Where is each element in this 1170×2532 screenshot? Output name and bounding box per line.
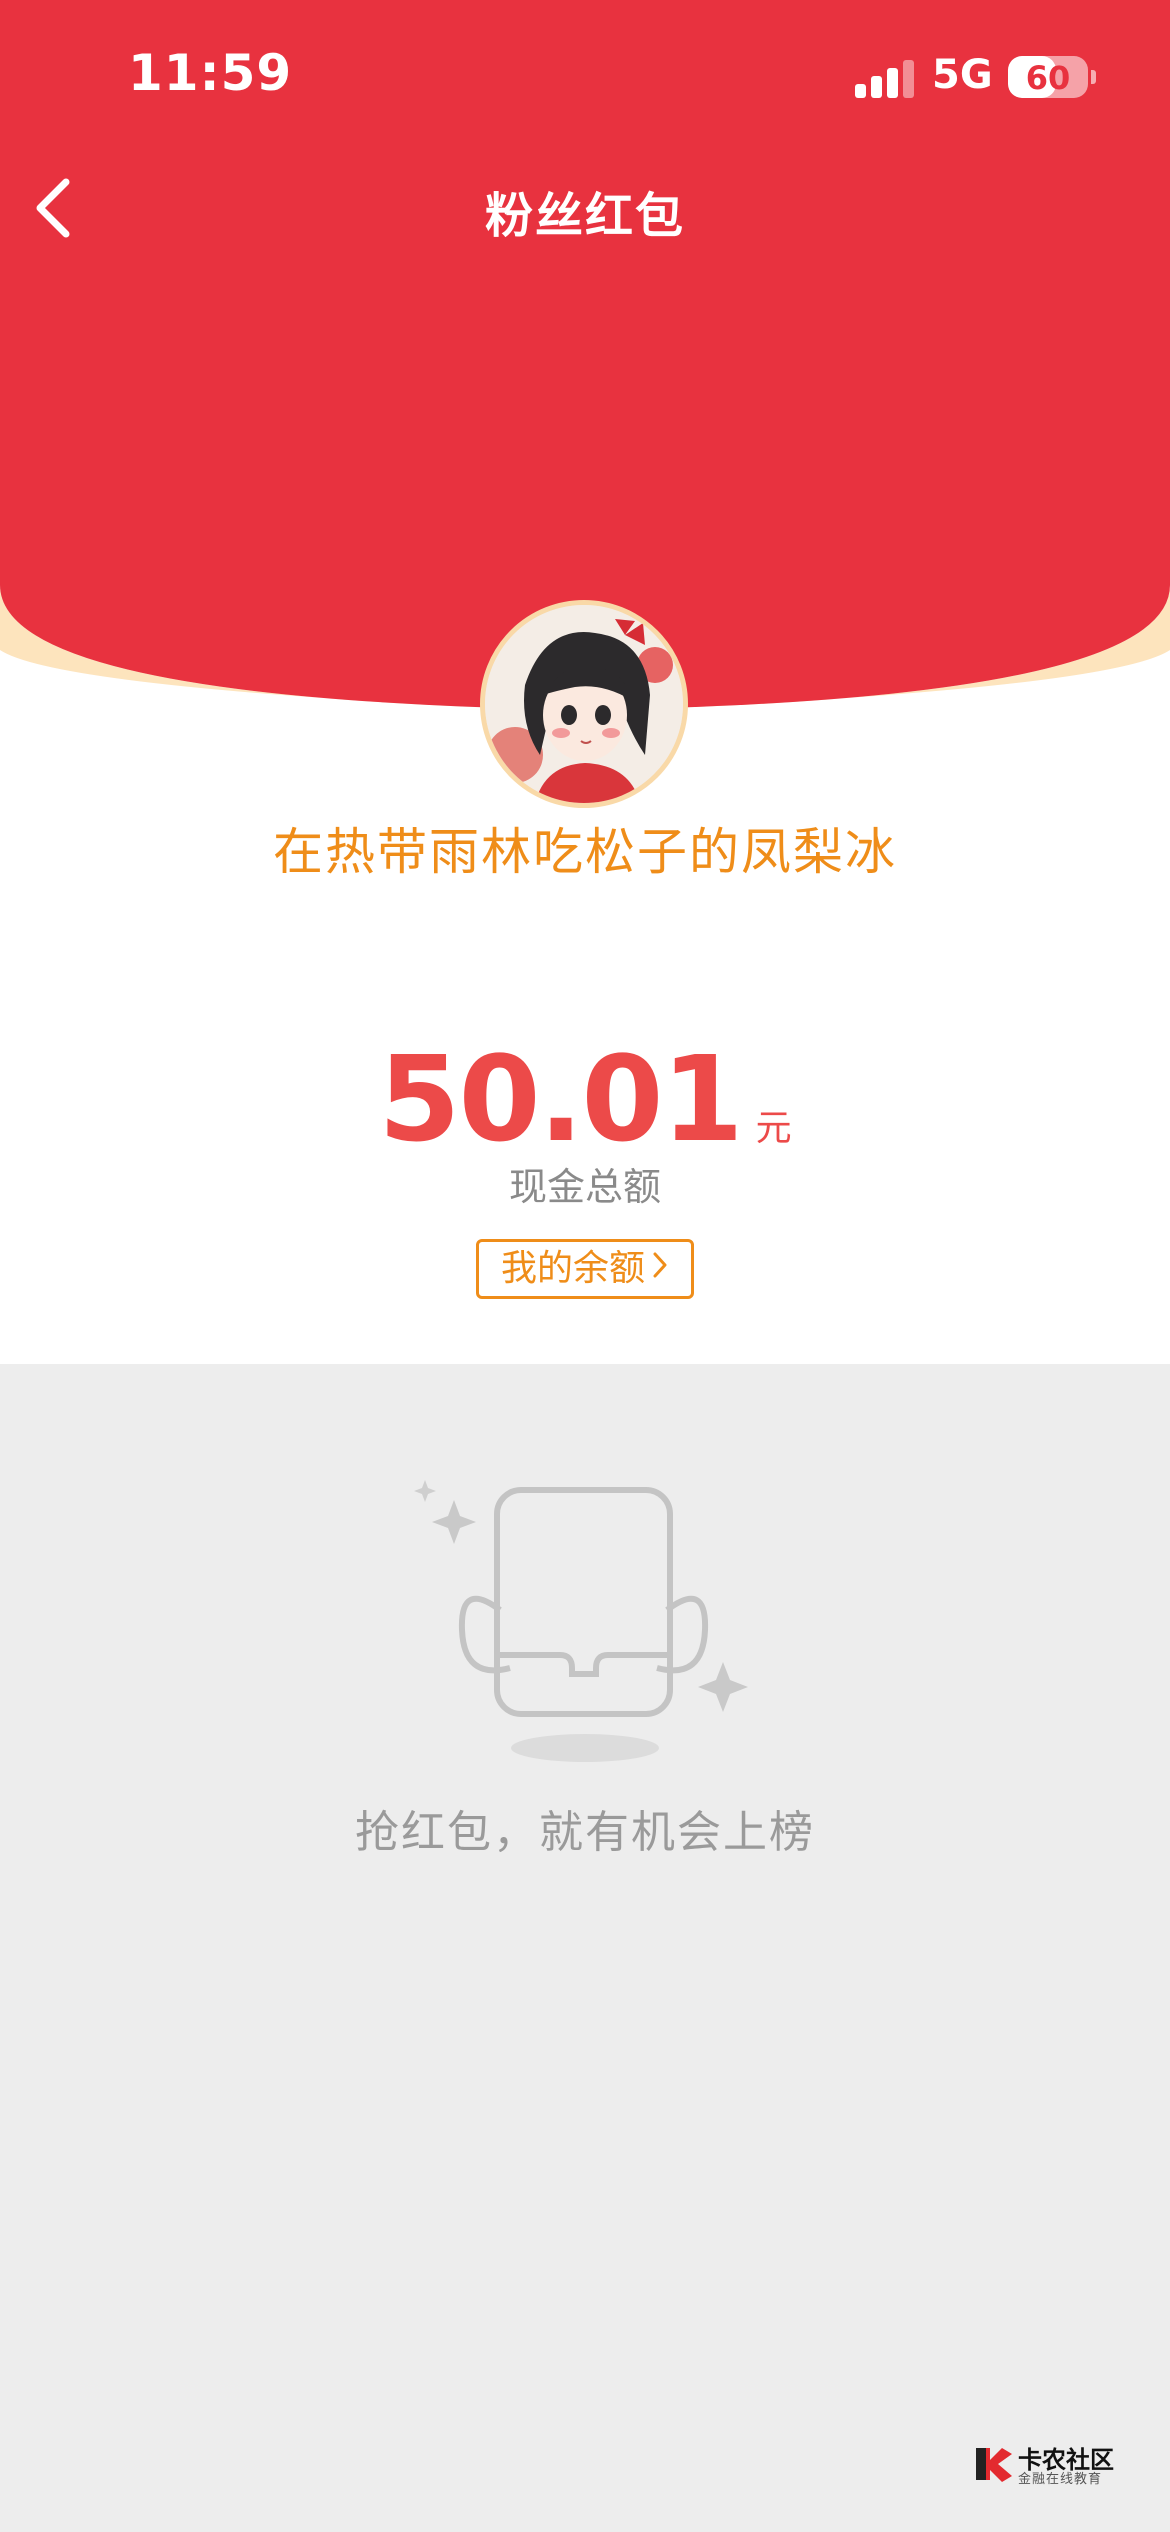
amount-label: 现金总额	[508, 1165, 661, 1209]
sender-name: 在热带雨林吃松子的凤梨冰	[273, 823, 897, 881]
battery-tip	[1091, 70, 1096, 84]
my-balance-button[interactable]: 我的余额	[476, 1239, 694, 1299]
red-packet-empty-icon	[400, 1470, 770, 1770]
page-title: 粉丝红包	[484, 188, 685, 244]
network-type: 5G	[932, 52, 993, 98]
watermark: 卡农社区 金融在线教育	[972, 2440, 1142, 2490]
amount-unit: 元	[755, 1108, 792, 1149]
brand-logo-icon	[976, 2448, 1012, 2482]
chevron-right-icon	[651, 1242, 669, 1296]
signal-icon	[855, 60, 915, 98]
my-balance-label: 我的余额	[500, 1248, 645, 1289]
status-bar: 11:59 5G 60	[0, 0, 1170, 150]
amount-value: 50.01	[378, 1030, 743, 1168]
battery-level: 60	[1025, 59, 1071, 97]
battery-icon: 60	[1008, 56, 1088, 98]
status-time: 11:59	[128, 44, 293, 102]
empty-state-message: 抢红包，就有机会上榜	[355, 1807, 815, 1858]
avatar	[480, 600, 688, 808]
amount-row: 50.01 元	[0, 1030, 1170, 1168]
watermark-tagline: 金融在线教育	[1018, 2472, 1103, 2487]
